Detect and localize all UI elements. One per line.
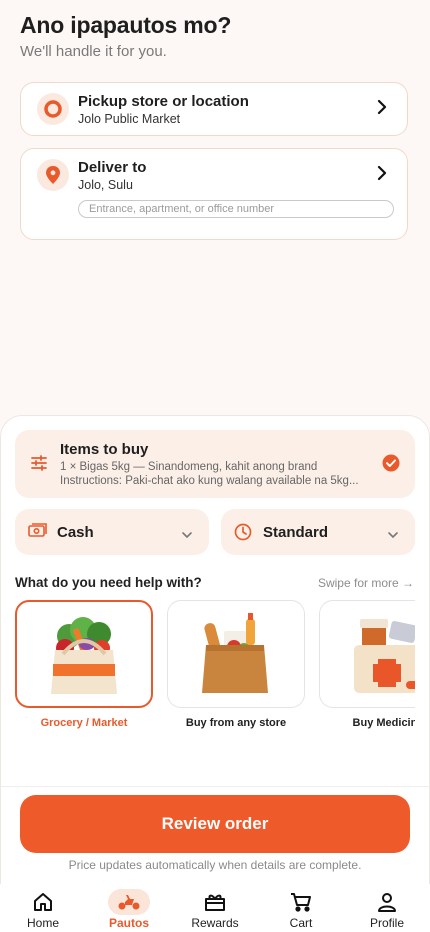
nav-label-cart: Cart [289, 916, 313, 930]
nav-label-home: Home [26, 916, 59, 930]
chevron-right-icon [375, 99, 389, 120]
pickup-label: Pickup store or location [78, 93, 249, 110]
items-instructions: Instructions: Paki-chat ako kung walang … [60, 475, 359, 487]
nav-label-pautos: Pautos [108, 916, 149, 930]
pickup-value: Jolo Public Market [78, 112, 181, 126]
bottom-nav: Home Pautos Rewards Cart Profile [0, 884, 430, 932]
nav-label-profile: Profile [369, 916, 404, 930]
page-header: Ano ipapautos mo? We'll handle it for yo… [20, 12, 410, 60]
deliver-location-card[interactable]: Deliver to Jolo, Sulu Entrance, apartmen… [20, 148, 408, 240]
price-update-note: Price updates automatically when details… [68, 858, 362, 872]
page-title: Ano ipapautos mo? [20, 12, 232, 38]
category-label-any-store: Buy from any store [185, 717, 287, 729]
medicine-kit-icon [354, 619, 415, 693]
payment-method-select[interactable]: Cash [15, 509, 209, 555]
check-circle-icon [382, 454, 400, 477]
chevron-down-icon [181, 527, 193, 545]
category-tile-any-store[interactable] [167, 600, 305, 708]
cart-icon [286, 889, 316, 915]
location-pin-icon [37, 159, 69, 191]
nav-rewards[interactable]: Rewards [172, 884, 258, 932]
sheet-divider [0, 786, 430, 787]
delivery-speed-select[interactable]: Standard [221, 509, 415, 555]
category-label-grocery: Grocery / Market [40, 717, 128, 729]
clock-icon [234, 523, 252, 546]
items-summary: 1 × Bigas 5kg — Sinandomeng, kahit anong… [60, 461, 318, 473]
pickup-ring-icon [37, 93, 69, 125]
profile-icon [372, 889, 402, 915]
help-section-title: What do you need help with? [15, 575, 202, 590]
category-tile-medicine[interactable] [319, 600, 415, 708]
address-detail-input[interactable]: Entrance, apartment, or office number [78, 200, 394, 218]
scooter-icon [108, 889, 150, 915]
chevron-right-icon [375, 165, 389, 186]
page-subtitle: We'll handle it for you. [20, 43, 167, 60]
gift-icon [200, 889, 230, 915]
items-to-buy-card[interactable]: Items to buy 1 × Bigas 5kg — Sinandomeng… [15, 430, 415, 498]
nav-label-rewards: Rewards [191, 916, 239, 930]
sliders-icon [30, 454, 48, 477]
nav-home[interactable]: Home [0, 884, 86, 932]
swipe-hint: Swipe for more → [317, 576, 414, 590]
cash-icon [28, 523, 48, 544]
items-title: Items to buy [60, 441, 149, 458]
pickup-location-card[interactable]: Pickup store or location Jolo Public Mar… [20, 82, 408, 136]
nav-cart[interactable]: Cart [258, 884, 344, 932]
nav-pautos[interactable]: Pautos [86, 884, 172, 932]
category-label-medicine: Buy Medicine [352, 717, 415, 729]
category-clip-area: Buy Medicine [319, 600, 415, 740]
delivery-speed-label: Standard [263, 524, 329, 541]
grocery-bag-icon [51, 617, 117, 694]
deliver-value: Jolo, Sulu [78, 178, 133, 192]
shopping-bag-icon [202, 613, 268, 693]
category-tile-grocery[interactable] [15, 600, 153, 708]
deliver-label: Deliver to [78, 159, 147, 176]
payment-method-label: Cash [57, 524, 94, 541]
chevron-down-icon [387, 527, 399, 545]
nav-profile[interactable]: Profile [344, 884, 430, 932]
home-icon [28, 889, 58, 915]
review-order-button[interactable]: Review order [20, 795, 410, 853]
